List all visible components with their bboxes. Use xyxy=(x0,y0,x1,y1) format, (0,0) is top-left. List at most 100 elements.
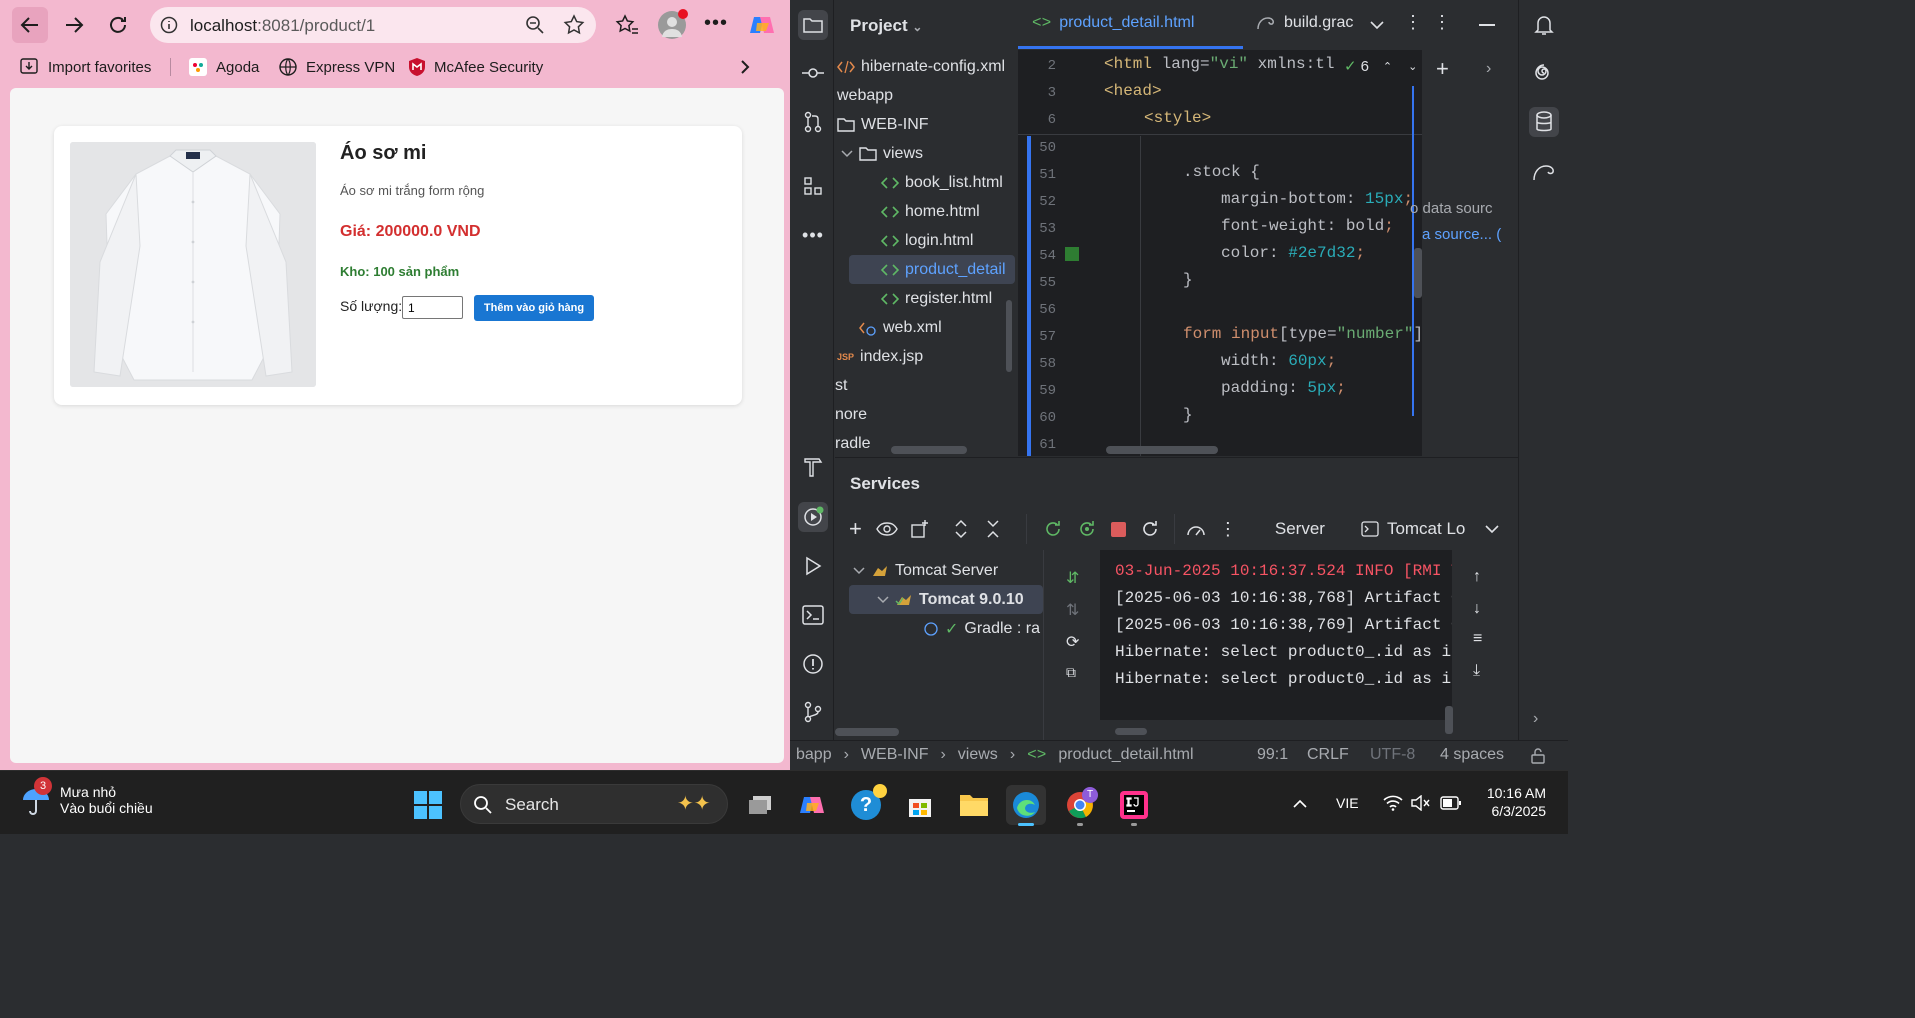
battery-icon[interactable] xyxy=(1440,795,1462,811)
code-line[interactable]: width: 60px; xyxy=(1221,352,1336,370)
arrow-down-icon[interactable]: ↓ xyxy=(1473,600,1481,618)
profile-avatar[interactable] xyxy=(658,9,688,39)
status-position[interactable]: 99:1 xyxy=(1257,746,1288,764)
forward-button[interactable] xyxy=(56,7,92,43)
tree-item-nore[interactable]: nore xyxy=(835,400,1015,429)
copilot-button[interactable] xyxy=(748,11,776,39)
code-line[interactable]: } xyxy=(1183,406,1193,424)
inspection-widget[interactable]: ✓ 6 ⌃ ⌄ xyxy=(1344,57,1417,76)
more-menu-icon[interactable]: ••• xyxy=(704,12,728,35)
chevron-right-icon[interactable]: › xyxy=(1533,710,1538,728)
log-vscrollbar[interactable] xyxy=(1445,706,1453,734)
code-line[interactable]: .stock { xyxy=(1183,163,1260,181)
more-tools-icon[interactable]: ••• xyxy=(798,220,828,250)
tree-item-views[interactable]: views xyxy=(835,139,1015,168)
tree-item-st[interactable]: st xyxy=(835,371,1015,400)
services-tree-tomcat-9[interactable]: Tomcat 9.0.10 xyxy=(849,585,1043,614)
code-line[interactable]: font-weight: bold; xyxy=(1221,217,1394,235)
breadcrumb-item[interactable]: WEB-INF xyxy=(861,746,929,764)
status-encoding[interactable]: UTF-8 xyxy=(1370,746,1415,764)
breadcrumb-item[interactable]: product_detail.html xyxy=(1058,746,1193,764)
code-line[interactable]: color: #2e7d32; xyxy=(1221,244,1365,262)
build-tool-button[interactable] xyxy=(798,452,828,482)
lock-icon[interactable] xyxy=(1530,748,1546,764)
quantity-input[interactable] xyxy=(402,296,463,319)
tree-hscrollbar[interactable] xyxy=(891,446,967,454)
tree-item-product-detail[interactable]: product_detail xyxy=(849,255,1015,284)
chevron-down-icon[interactable] xyxy=(1485,524,1499,534)
log-hscrollbar[interactable] xyxy=(1115,728,1147,735)
tab-options-icon[interactable]: ⋮ xyxy=(1404,12,1422,33)
scroll-end-icon[interactable]: ⤓ xyxy=(1473,662,1480,680)
breadcrumb-item[interactable]: bapp xyxy=(796,746,832,764)
chevron-up-icon[interactable] xyxy=(1292,799,1308,809)
project-tool-button[interactable] xyxy=(798,10,828,40)
ai-assistant-button[interactable] xyxy=(1529,58,1559,88)
fav-express-vpn[interactable]: Express VPN xyxy=(278,56,395,78)
chevron-down-icon[interactable] xyxy=(1370,20,1384,30)
taskbar-store[interactable] xyxy=(900,785,940,825)
pull-requests-button[interactable] xyxy=(798,107,828,137)
structure-tool-button[interactable] xyxy=(798,171,828,201)
zoom-out-icon[interactable] xyxy=(525,15,545,35)
export-log-icon[interactable]: ⧉ xyxy=(1066,664,1076,681)
log-output[interactable]: 03-Jun-2025 10:16:37.524 INFO [RMI T [20… xyxy=(1100,550,1452,735)
notifications-button[interactable] xyxy=(1529,10,1559,40)
start-button[interactable] xyxy=(408,785,448,825)
system-clock[interactable]: 10:16 AM 6/3/2025 xyxy=(1466,785,1546,819)
editor-vscrollbar[interactable] xyxy=(1414,248,1422,298)
chevron-right-icon[interactable]: › xyxy=(1486,60,1491,78)
taskbar-help[interactable]: ? xyxy=(846,784,887,825)
taskbar-task-view[interactable] xyxy=(740,785,780,825)
services-tree-scrollbar[interactable] xyxy=(835,728,899,736)
status-line-separator[interactable]: CRLF xyxy=(1307,746,1349,764)
gradle-tool-button[interactable] xyxy=(1529,157,1559,187)
code-line[interactable]: padding: 5px; xyxy=(1221,379,1346,397)
scroll-to-end-icon[interactable]: ⇵ xyxy=(1066,568,1079,588)
tree-item-web-xml[interactable]: web.xml xyxy=(835,313,1015,342)
expand-all-icon[interactable] xyxy=(954,519,968,539)
tab-tomcat-log[interactable]: Tomcat Lo xyxy=(1387,519,1465,539)
volume-muted-icon[interactable] xyxy=(1410,795,1430,811)
tab-product-detail[interactable]: <> product_detail.html xyxy=(1032,14,1194,32)
tree-item-hibernate-config[interactable]: hibernate-config.xml xyxy=(835,52,1015,81)
db-hint-link[interactable]: a source... ( xyxy=(1422,226,1501,243)
editor-hscrollbar[interactable] xyxy=(1106,446,1218,454)
url-text[interactable]: localhost:8081/product/1 xyxy=(190,16,375,36)
services-tool-button[interactable] xyxy=(798,502,828,532)
run-tool-button[interactable] xyxy=(798,551,828,581)
add-icon[interactable]: + xyxy=(1436,56,1449,82)
project-panel-title[interactable]: Project ⌄ xyxy=(850,16,922,36)
commit-tool-button[interactable] xyxy=(798,58,828,88)
fav-import-favorites[interactable]: Import favorites xyxy=(20,56,151,78)
tree-vscrollbar[interactable] xyxy=(1006,300,1012,372)
services-tree-tomcat-server[interactable]: Tomcat Server xyxy=(835,556,1043,585)
code-line[interactable]: form input[type="number"] xyxy=(1183,325,1423,343)
tree-item-webapp[interactable]: webapp xyxy=(835,81,1015,110)
arrow-up-icon[interactable]: ↑ xyxy=(1473,568,1481,586)
fav-agoda[interactable]: Agoda xyxy=(188,56,259,78)
terminal-tool-button[interactable] xyxy=(798,600,828,630)
breadcrumb-item[interactable]: views xyxy=(958,746,998,764)
color-swatch[interactable] xyxy=(1065,247,1079,261)
chevron-up-icon[interactable]: ⌃ xyxy=(1383,60,1392,73)
problems-tool-button[interactable] xyxy=(798,649,828,679)
chevron-right-icon[interactable] xyxy=(738,59,752,75)
reload-button[interactable] xyxy=(100,7,136,43)
wifi-icon[interactable] xyxy=(1383,795,1403,811)
favorites-icon[interactable] xyxy=(615,14,639,36)
tree-item-login[interactable]: login.html xyxy=(835,226,1015,255)
tab-server[interactable]: Server xyxy=(1275,519,1325,539)
more-options-icon[interactable]: ⋮ xyxy=(1219,519,1237,540)
address-bar[interactable]: localhost:8081/product/1 xyxy=(150,7,596,43)
sync-icon[interactable]: ⟳ xyxy=(1066,632,1079,652)
tab-build-gradle[interactable]: build.grac xyxy=(1256,14,1353,32)
restart-icon[interactable] xyxy=(1140,519,1160,539)
weather-widget[interactable]: 3 Mưa nhỏ Vào buổi chiều xyxy=(20,777,153,817)
back-button[interactable] xyxy=(12,7,48,43)
services-tree-gradle-artifact[interactable]: ✓ Gradle : ra xyxy=(835,614,1043,643)
minimize-icon[interactable] xyxy=(1479,24,1495,26)
add-service-icon[interactable]: + xyxy=(849,516,862,542)
chevron-down-icon[interactable]: ⌄ xyxy=(1408,60,1417,73)
code-line[interactable]: } xyxy=(1183,271,1193,289)
